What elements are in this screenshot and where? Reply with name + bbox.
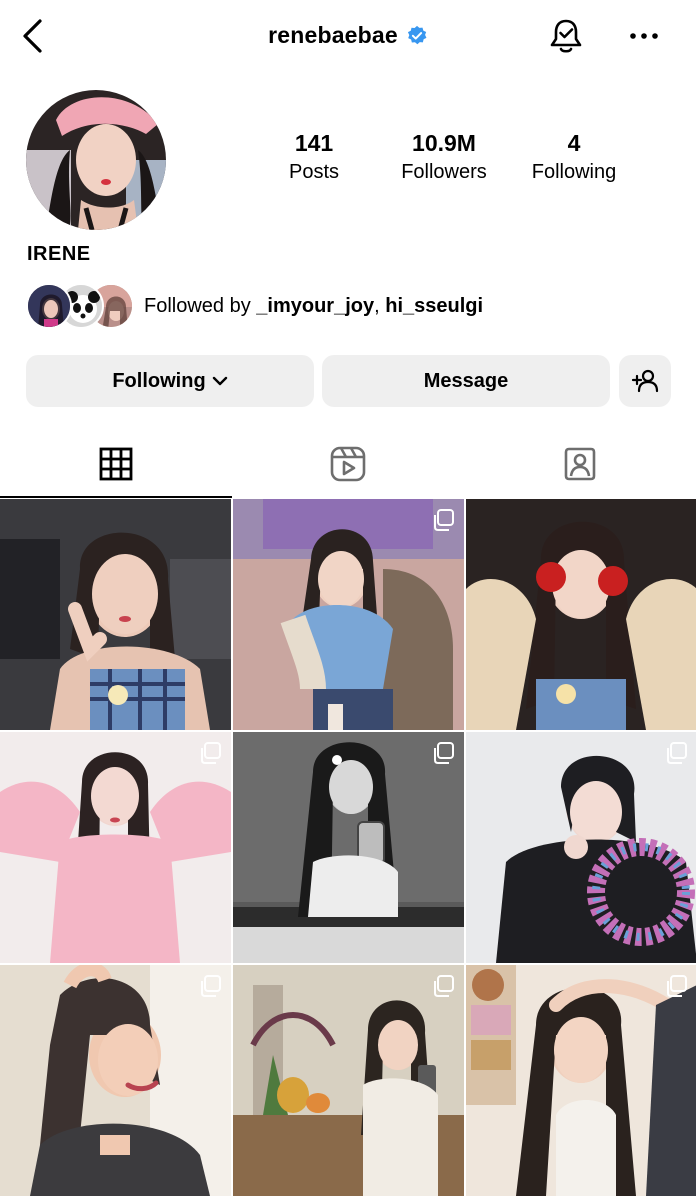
tab-reels[interactable] (232, 430, 464, 498)
multiple-images-icon (434, 742, 454, 764)
post-thumbnail[interactable] (466, 965, 696, 1196)
mutual-follower-link[interactable]: hi_sseulgi (385, 295, 483, 317)
post-thumbnail[interactable] (466, 499, 696, 730)
display-name: IRENE (27, 243, 91, 265)
mutual-followers-avatars (26, 283, 134, 329)
message-button-label: Message (423, 369, 509, 392)
posts-count: 141 (294, 130, 334, 156)
multiple-images-icon (201, 742, 221, 764)
mutual-follower-link[interactable]: _imyour_joy (256, 295, 374, 317)
multiple-images-icon (434, 975, 454, 997)
followers-stat[interactable]: 10.9M Followers (374, 130, 514, 184)
following-label: Following (531, 161, 617, 183)
active-tab-indicator (0, 496, 232, 498)
profile-header: renebaebae (0, 22, 696, 49)
followed-by-prefix: Followed by (144, 294, 257, 317)
profile-avatar[interactable] (26, 90, 166, 230)
followed-by-text: Followed by _imyour_joy, hi_sseulgi (144, 295, 483, 318)
posts-grid (0, 499, 696, 1200)
following-button[interactable]: Following (26, 355, 314, 407)
multiple-images-icon (201, 975, 221, 997)
posts-stat: 141 Posts (244, 130, 384, 184)
following-count: 4 (567, 130, 581, 156)
add-user-icon (631, 369, 659, 393)
post-thumbnail[interactable] (233, 732, 464, 963)
post-thumbnail[interactable] (233, 965, 464, 1196)
tagged-icon (564, 447, 596, 481)
post-thumbnail[interactable] (0, 499, 231, 730)
multiple-images-icon (667, 975, 687, 997)
more-options-button[interactable] (626, 22, 662, 50)
top-bar: renebaebae (0, 0, 696, 74)
chevron-down-icon (212, 376, 227, 386)
suggest-users-button[interactable] (619, 355, 671, 407)
message-button[interactable]: Message (322, 355, 610, 407)
profile-tabs (0, 430, 696, 498)
posts-label: Posts (288, 161, 340, 183)
followers-count: 10.9M (412, 130, 476, 156)
tab-tagged[interactable] (464, 430, 696, 498)
bell-check-icon (550, 19, 582, 53)
multiple-images-icon (434, 509, 454, 531)
username-title: renebaebae (268, 22, 398, 48)
verified-badge-icon (407, 25, 427, 44)
multiple-images-icon (667, 742, 687, 764)
more-horizontal-icon (630, 33, 658, 39)
post-thumbnail[interactable] (0, 732, 231, 963)
following-stat[interactable]: 4 Following (504, 130, 644, 184)
notification-button[interactable] (546, 16, 586, 56)
followed-by-row[interactable]: Followed by _imyour_joy, hi_sseulgi (26, 283, 483, 329)
post-thumbnail[interactable] (233, 499, 464, 730)
avatar (26, 283, 72, 329)
reels-icon (330, 446, 366, 482)
grid-icon (99, 447, 133, 481)
followers-label: Followers (401, 161, 487, 183)
post-thumbnail[interactable] (0, 965, 231, 1196)
following-button-label: Following (112, 369, 206, 392)
followed-by-separator: , (374, 294, 386, 317)
profile-actions: Following Message (26, 355, 671, 407)
post-thumbnail[interactable] (466, 732, 696, 963)
tab-posts-grid[interactable] (0, 430, 232, 498)
